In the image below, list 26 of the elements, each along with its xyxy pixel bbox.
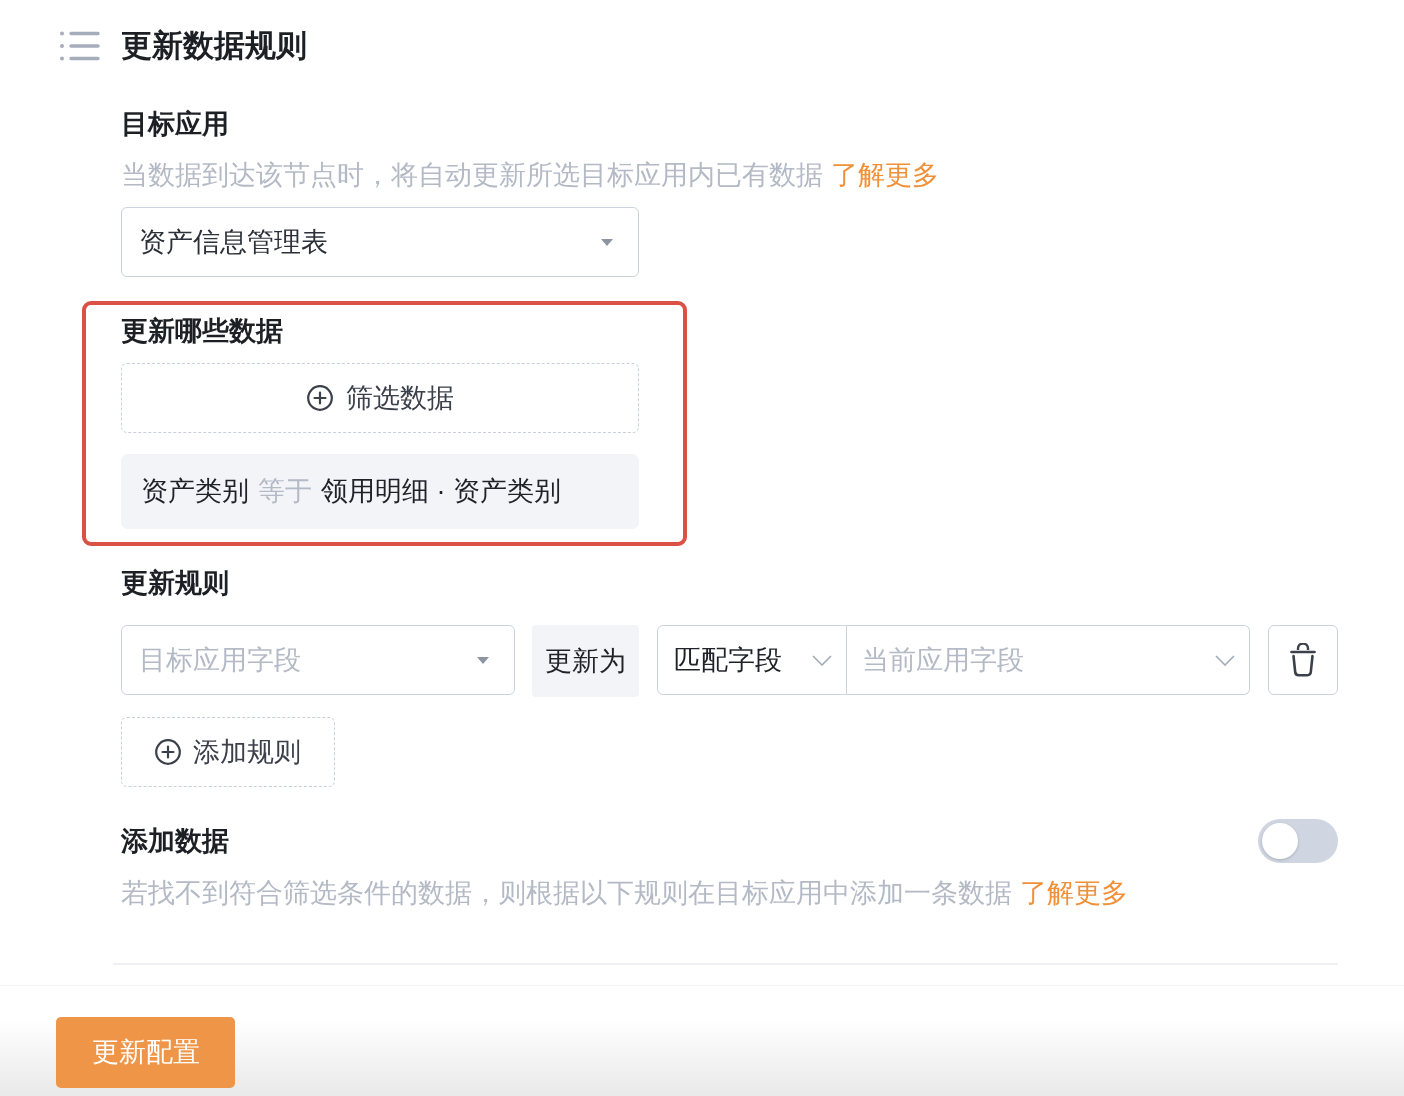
plus-circle-icon (155, 739, 181, 765)
chevron-down-icon (812, 654, 832, 666)
field-label: 目标应用 (121, 108, 230, 141)
caret-icon (477, 656, 489, 664)
add-data-toggle[interactable] (1258, 819, 1338, 863)
target-app-select[interactable]: 资产信息管理表 (121, 207, 639, 277)
add-rule-button[interactable]: 添加规则 (121, 717, 335, 787)
filter-data-button[interactable]: 筛选数据 (121, 363, 639, 433)
delete-button[interactable] (1268, 625, 1338, 695)
description-text: 当数据到达该节点时，将自动更新所选目标应用内已有数据 了解更多 (121, 159, 940, 192)
chevron-down-icon (1215, 654, 1235, 666)
field-label: 更新规则 (121, 567, 230, 600)
trash-icon (1290, 643, 1316, 677)
condition-operator: 等于 (258, 475, 312, 509)
filter-condition[interactable]: 资产类别 等于 领用明细 · 资产类别 (121, 454, 639, 529)
condition-value: 领用明细 · 资产类别 (321, 475, 561, 509)
condition-field: 资产类别 (141, 471, 249, 512)
plus-circle-icon (306, 385, 333, 411)
section-title: 更新数据规则 (121, 27, 307, 65)
description-text: 若找不到符合筛选条件的数据，则根据以下规则在目标应用中添加一条数据 了解更多 (121, 877, 1129, 910)
field-label: 更新哪些数据 (121, 315, 284, 348)
list-icon (60, 31, 100, 61)
caret-icon (601, 238, 613, 246)
field-label: 添加数据 (121, 825, 229, 858)
field-mode-select[interactable]: 匹配字段 (657, 625, 847, 695)
update-to-label: 更新为 (532, 625, 639, 697)
